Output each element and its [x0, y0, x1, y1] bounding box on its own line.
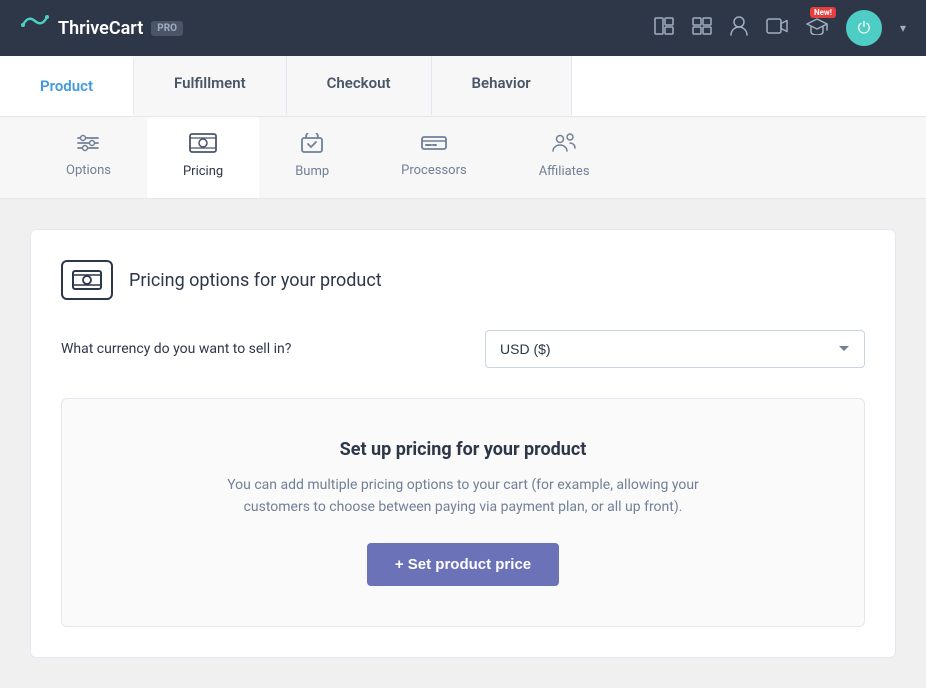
sub-tabs: Options Pricing Bump Processors Affiliat…: [0, 117, 926, 199]
pro-badge: Pro: [151, 21, 183, 36]
graduation-icon[interactable]: New!: [806, 17, 828, 40]
subtab-processors-label: Processors: [401, 163, 467, 178]
tab-behavior[interactable]: Behavior: [432, 56, 572, 116]
topbar: ThriveCart Pro New! ⏻ ▾: [0, 0, 926, 56]
set-product-price-button[interactable]: + Set product price: [367, 543, 559, 586]
set-price-desc: You can add multiple pricing options to …: [193, 474, 733, 519]
subtab-pricing-label: Pricing: [183, 164, 223, 179]
subtab-affiliates[interactable]: Affiliates: [503, 117, 626, 198]
layout-icon[interactable]: [654, 17, 674, 40]
subtab-pricing[interactable]: Pricing: [147, 117, 259, 198]
set-price-box: Set up pricing for your product You can …: [61, 398, 865, 627]
tab-product[interactable]: Product: [0, 56, 134, 116]
user-icon[interactable]: [730, 16, 748, 41]
avatar-button[interactable]: ⏻: [846, 10, 882, 46]
options-icon: [77, 133, 99, 157]
content-area: Pricing options for your product What cu…: [0, 199, 926, 688]
currency-select[interactable]: USD ($) EUR (€) GBP (£) CAD ($) AUD ($): [485, 330, 865, 368]
currency-label: What currency do you want to sell in?: [61, 341, 291, 357]
subtab-bump-label: Bump: [295, 164, 329, 179]
avatar-dropdown-arrow[interactable]: ▾: [900, 21, 906, 35]
logo: ThriveCart Pro: [20, 11, 183, 45]
pricing-card: Pricing options for your product What cu…: [30, 229, 896, 658]
subtab-processors[interactable]: Processors: [365, 117, 503, 198]
tab-checkout[interactable]: Checkout: [287, 56, 432, 116]
pricing-header-title: Pricing options for your product: [129, 270, 382, 291]
currency-row: What currency do you want to sell in? US…: [61, 330, 865, 368]
logo-text: ThriveCart: [58, 18, 143, 39]
bump-icon: [301, 133, 323, 158]
topbar-icons: New! ⏻ ▾: [654, 10, 906, 46]
grid-icon[interactable]: [692, 17, 712, 40]
tab-fulfillment[interactable]: Fulfillment: [134, 56, 287, 116]
pricing-header-icon: [61, 260, 113, 300]
pricing-header: Pricing options for your product: [61, 260, 865, 300]
subtab-options-label: Options: [66, 163, 111, 178]
new-badge: New!: [810, 7, 836, 18]
pricing-icon: [189, 133, 217, 158]
main-tabs: Product Fulfillment Checkout Behavior: [0, 56, 926, 117]
set-price-title: Set up pricing for your product: [92, 439, 834, 460]
subtab-options[interactable]: Options: [30, 117, 147, 198]
processors-icon: [421, 133, 447, 157]
subtab-affiliates-label: Affiliates: [539, 164, 590, 179]
video-icon[interactable]: [766, 18, 788, 39]
logo-icon: [20, 11, 50, 45]
affiliates-icon: [552, 133, 576, 158]
subtab-bump[interactable]: Bump: [259, 117, 365, 198]
